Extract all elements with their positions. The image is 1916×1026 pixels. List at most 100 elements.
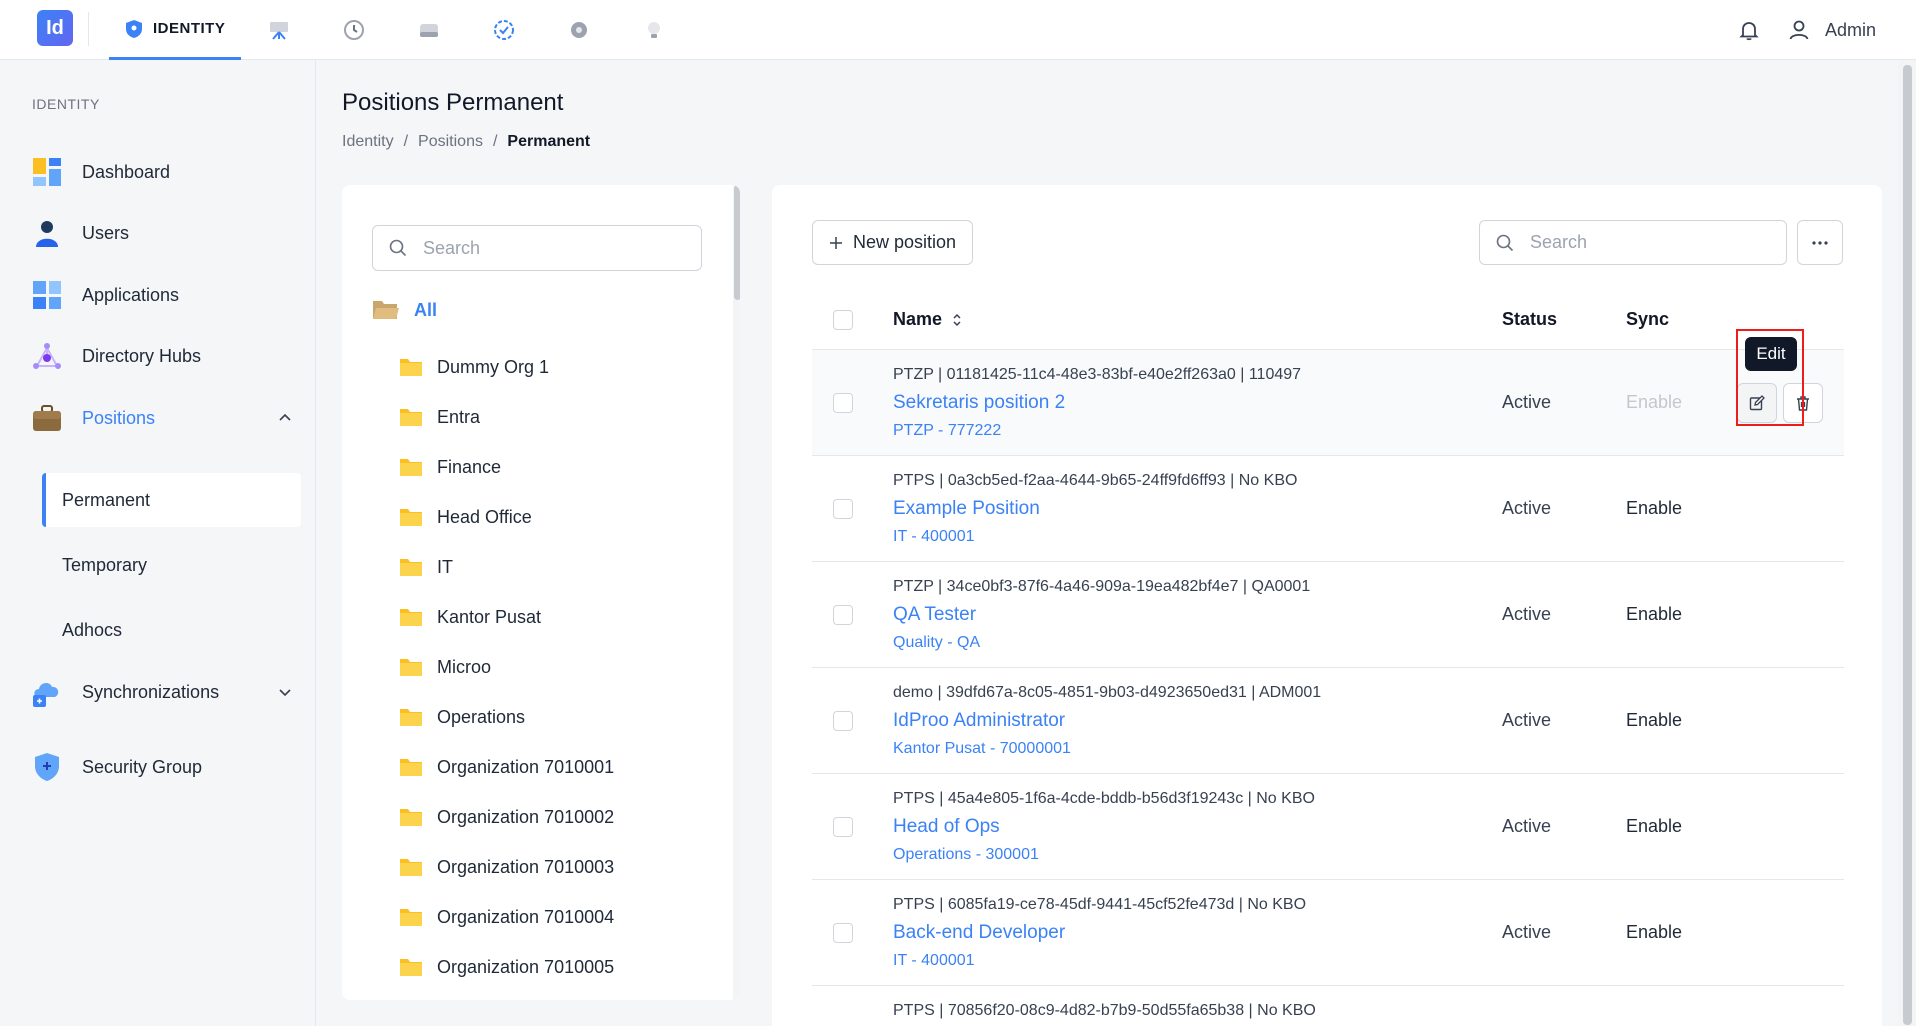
- tree-node[interactable]: Organization 7010001: [399, 742, 614, 792]
- sidebar-item-synchronizations[interactable]: Synchronizations: [30, 670, 292, 714]
- table-row[interactable]: PTZP | 34ce0bf3-87f6-4a46-909a-19ea482bf…: [812, 562, 1844, 668]
- row-org-link[interactable]: PTZP - 777222: [893, 422, 1001, 440]
- tree-node[interactable]: Organization 7010004: [399, 892, 614, 942]
- row-org-link[interactable]: IT - 400001: [893, 952, 975, 970]
- select-all-checkbox[interactable]: [833, 310, 853, 330]
- row-name-link[interactable]: QA Tester: [893, 604, 976, 626]
- row-name-link[interactable]: IdProo Administrator: [893, 710, 1065, 732]
- sidebar-subitem-adhocs[interactable]: Adhocs: [42, 603, 301, 657]
- row-org-link[interactable]: Quality - QA: [893, 634, 980, 652]
- sidebar-subitem-permanent[interactable]: Permanent: [42, 473, 301, 527]
- row-checkbox[interactable]: [833, 711, 853, 731]
- tree-node[interactable]: Microo: [399, 642, 614, 692]
- sidebar-section-title: IDENTITY: [32, 96, 100, 112]
- table-row[interactable]: PTZP | 01181425-11c4-48e3-83bf-e40e2ff26…: [812, 350, 1844, 456]
- folder-icon: [400, 609, 422, 626]
- row-checkbox[interactable]: [833, 923, 853, 943]
- table-search-input[interactable]: [1530, 232, 1770, 253]
- page-scroll-thumb[interactable]: [1903, 65, 1912, 1025]
- sidebar-item-dashboard[interactable]: Dashboard: [30, 150, 292, 194]
- row-checkbox[interactable]: [833, 817, 853, 837]
- nav-drive[interactable]: [391, 0, 466, 60]
- row-name-link[interactable]: Head of Ops: [893, 816, 1000, 838]
- breadcrumb: Identity / Positions / Permanent: [342, 133, 590, 151]
- tree-node[interactable]: Organization 7010003: [399, 842, 614, 892]
- breadcrumb-separator: /: [492, 133, 498, 150]
- more-options-button[interactable]: [1797, 220, 1843, 265]
- row-org-link[interactable]: Operations - 300001: [893, 846, 1039, 864]
- table-header: Name Status Sync: [812, 290, 1844, 350]
- tree-node-label: Organization 7010003: [437, 856, 615, 877]
- hub-icon: [30, 339, 64, 373]
- row-name-link[interactable]: Example Position: [893, 498, 1040, 520]
- row-checkbox[interactable]: [833, 605, 853, 625]
- row-meta: demo | 39dfd67a-8c05-4851-9b03-d4923650e…: [893, 684, 1322, 701]
- tree-scrollbar[interactable]: [733, 185, 740, 1000]
- new-position-button[interactable]: New position: [812, 220, 974, 265]
- breadcrumb-item-identity[interactable]: Identity: [342, 133, 394, 151]
- folder-icon: [400, 759, 422, 776]
- sidebar-item-label: Synchronizations: [82, 681, 220, 702]
- nav-monitor[interactable]: [241, 0, 316, 60]
- sidebar-item-label: Applications: [82, 284, 180, 305]
- row-status: Active: [1502, 604, 1552, 624]
- tree-node[interactable]: IT: [399, 542, 614, 592]
- column-name[interactable]: Name: [893, 309, 962, 330]
- column-sync: Sync: [1626, 309, 1670, 329]
- sidebar-item-security-group[interactable]: Security Group: [30, 745, 292, 789]
- row-meta: PTPS | 0a3cb5ed-f2aa-4644-9b65-24ff9fd6f…: [893, 472, 1298, 489]
- row-org-link[interactable]: Kantor Pusat - 70000001: [893, 740, 1071, 758]
- sidebar-subitem-temporary[interactable]: Temporary: [42, 538, 301, 592]
- nav-badge[interactable]: [466, 0, 541, 60]
- table-row[interactable]: demo | 39dfd67a-8c05-4851-9b03-d4923650e…: [812, 668, 1844, 774]
- row-org-link[interactable]: IT - 400001: [893, 528, 975, 546]
- tree-node[interactable]: Entra: [399, 392, 614, 442]
- row-checkbox[interactable]: [833, 499, 853, 519]
- row-name-link[interactable]: Back-end Developer: [893, 922, 1065, 944]
- folder-icon: [400, 809, 422, 826]
- table-row[interactable]: PTPS | 70856f20-08c9-4d82-b7b9-50d55fa65…: [812, 986, 1844, 1026]
- row-meta: PTZP | 01181425-11c4-48e3-83bf-e40e2ff26…: [893, 366, 1302, 383]
- tree-node-label: Organization 7010005: [437, 956, 615, 977]
- tree-root-all[interactable]: All: [372, 295, 437, 325]
- table-row[interactable]: PTPS | 45a4e805-1f6a-4cde-bddb-b56d3f192…: [812, 774, 1844, 880]
- tab-identity[interactable]: IDENTITY: [109, 0, 242, 60]
- sidebar-item-applications[interactable]: Applications: [30, 273, 292, 317]
- tree-node[interactable]: Head Office: [399, 492, 614, 542]
- page-scrollbar[interactable]: [1898, 60, 1916, 1026]
- sidebar-item-label: Positions: [82, 407, 156, 428]
- row-checkbox[interactable]: [833, 393, 853, 413]
- user-menu[interactable]: Admin: [1787, 18, 1876, 42]
- tree-node[interactable]: Dummy Org 1: [399, 342, 614, 392]
- row-status: Active: [1502, 392, 1552, 412]
- breadcrumb-item-positions[interactable]: Positions: [418, 133, 483, 151]
- tree-node[interactable]: Organization 7010002: [399, 792, 614, 842]
- bell-icon[interactable]: [1737, 18, 1761, 42]
- row-meta: PTPS | 45a4e805-1f6a-4cde-bddb-b56d3f192…: [893, 790, 1315, 807]
- nav-bulb[interactable]: [616, 0, 691, 60]
- tree-node[interactable]: Operations: [399, 692, 614, 742]
- row-sync: Enable: [1626, 816, 1683, 836]
- tree-node[interactable]: Kantor Pusat: [399, 592, 614, 642]
- nav-settings[interactable]: [541, 0, 616, 60]
- search-icon: [1496, 234, 1514, 251]
- tree-search-input[interactable]: [423, 237, 673, 259]
- tree-scroll-thumb[interactable]: [734, 185, 740, 300]
- nav-history[interactable]: [316, 0, 391, 60]
- sidebar-item-users[interactable]: Users: [30, 211, 292, 255]
- app-logo[interactable]: Id: [37, 10, 73, 46]
- bulb-icon: [647, 22, 660, 38]
- folder-icon: [400, 359, 422, 376]
- row-status: Active: [1502, 922, 1552, 942]
- tree-node-label: Microo: [437, 656, 492, 677]
- sidebar-item-positions[interactable]: Positions: [30, 396, 292, 440]
- tab-identity-label: IDENTITY: [153, 20, 226, 37]
- tree-node[interactable]: Organization 7010005: [399, 942, 614, 992]
- row-name-link[interactable]: Sekretaris position 2: [893, 392, 1065, 414]
- table-row[interactable]: PTPS | 0a3cb5ed-f2aa-4644-9b65-24ff9fd6f…: [812, 456, 1844, 562]
- sidebar-item-directory-hubs[interactable]: Directory Hubs: [30, 334, 292, 378]
- tree-node[interactable]: Finance: [399, 442, 614, 492]
- chevron-up-icon: [279, 413, 291, 421]
- table-row[interactable]: PTPS | 6085fa19-ce78-45df-9441-45cf52fe4…: [812, 880, 1844, 986]
- top-nav: IDENTITY: [109, 0, 691, 60]
